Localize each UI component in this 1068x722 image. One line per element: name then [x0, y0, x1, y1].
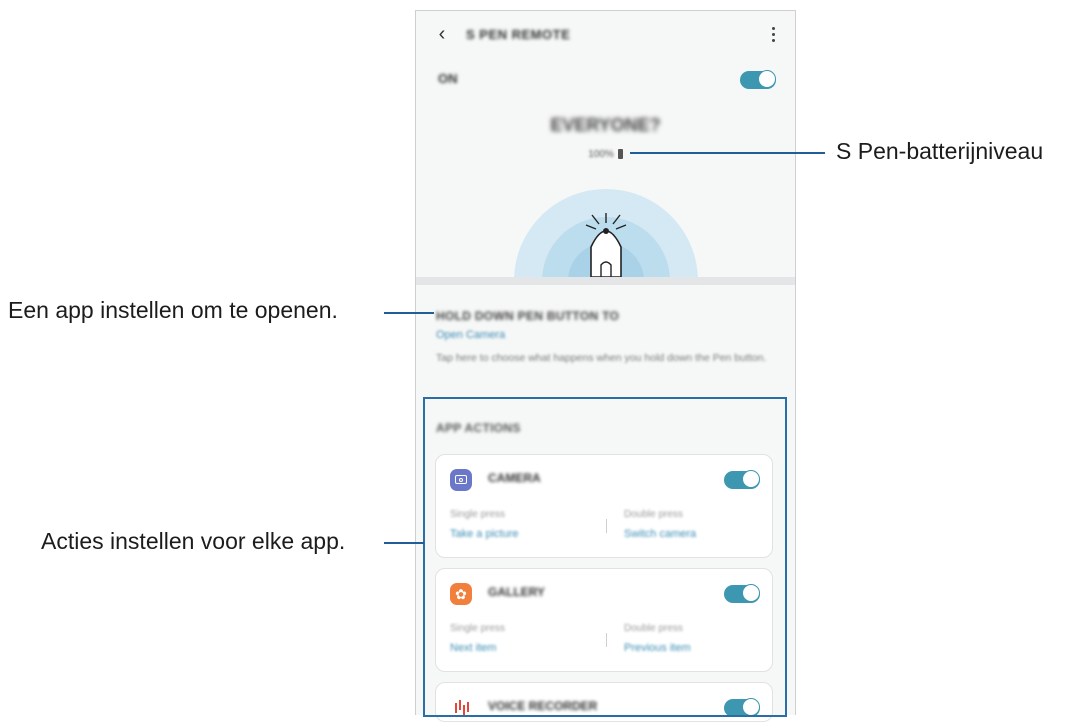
app-bar: ‹ S PEN REMOTE — [416, 11, 795, 57]
app-actions-callout: Acties instellen voor elke app. — [41, 528, 346, 554]
hold-button-app[interactable]: Open Camera — [436, 329, 505, 341]
battery-level: 100% — [416, 149, 795, 160]
s-pen-button-icon — [514, 189, 698, 277]
more-options-icon[interactable] — [763, 21, 783, 47]
battery-icon — [617, 149, 623, 160]
master-switch-toggle[interactable] — [740, 70, 776, 89]
master-switch-label: ON — [438, 71, 458, 86]
battery-callout-line — [630, 152, 825, 154]
hold-button-section[interactable]: HOLD DOWN PEN BUTTON TO Open Camera Tap … — [416, 285, 795, 395]
section-divider — [416, 277, 795, 285]
open-app-callout: Een app instellen om te openen. — [8, 297, 338, 323]
back-arrow-icon[interactable]: ‹ — [424, 23, 460, 46]
open-app-callout-line — [384, 312, 434, 314]
battery-callout: S Pen-batterijniveau — [836, 138, 1044, 164]
app-actions-highlight — [423, 397, 787, 717]
hold-button-title: HOLD DOWN PEN BUTTON TO — [436, 309, 620, 323]
master-switch-row[interactable]: ON — [416, 65, 795, 95]
page-title: S PEN REMOTE — [466, 26, 571, 42]
device-name: EVERYONE? — [550, 115, 661, 135]
s-pen-illustration — [416, 171, 795, 277]
hold-button-description: Tap here to choose what happens when you… — [436, 352, 767, 364]
battery-percent: 100% — [588, 149, 614, 160]
app-actions-callout-line — [384, 542, 424, 544]
